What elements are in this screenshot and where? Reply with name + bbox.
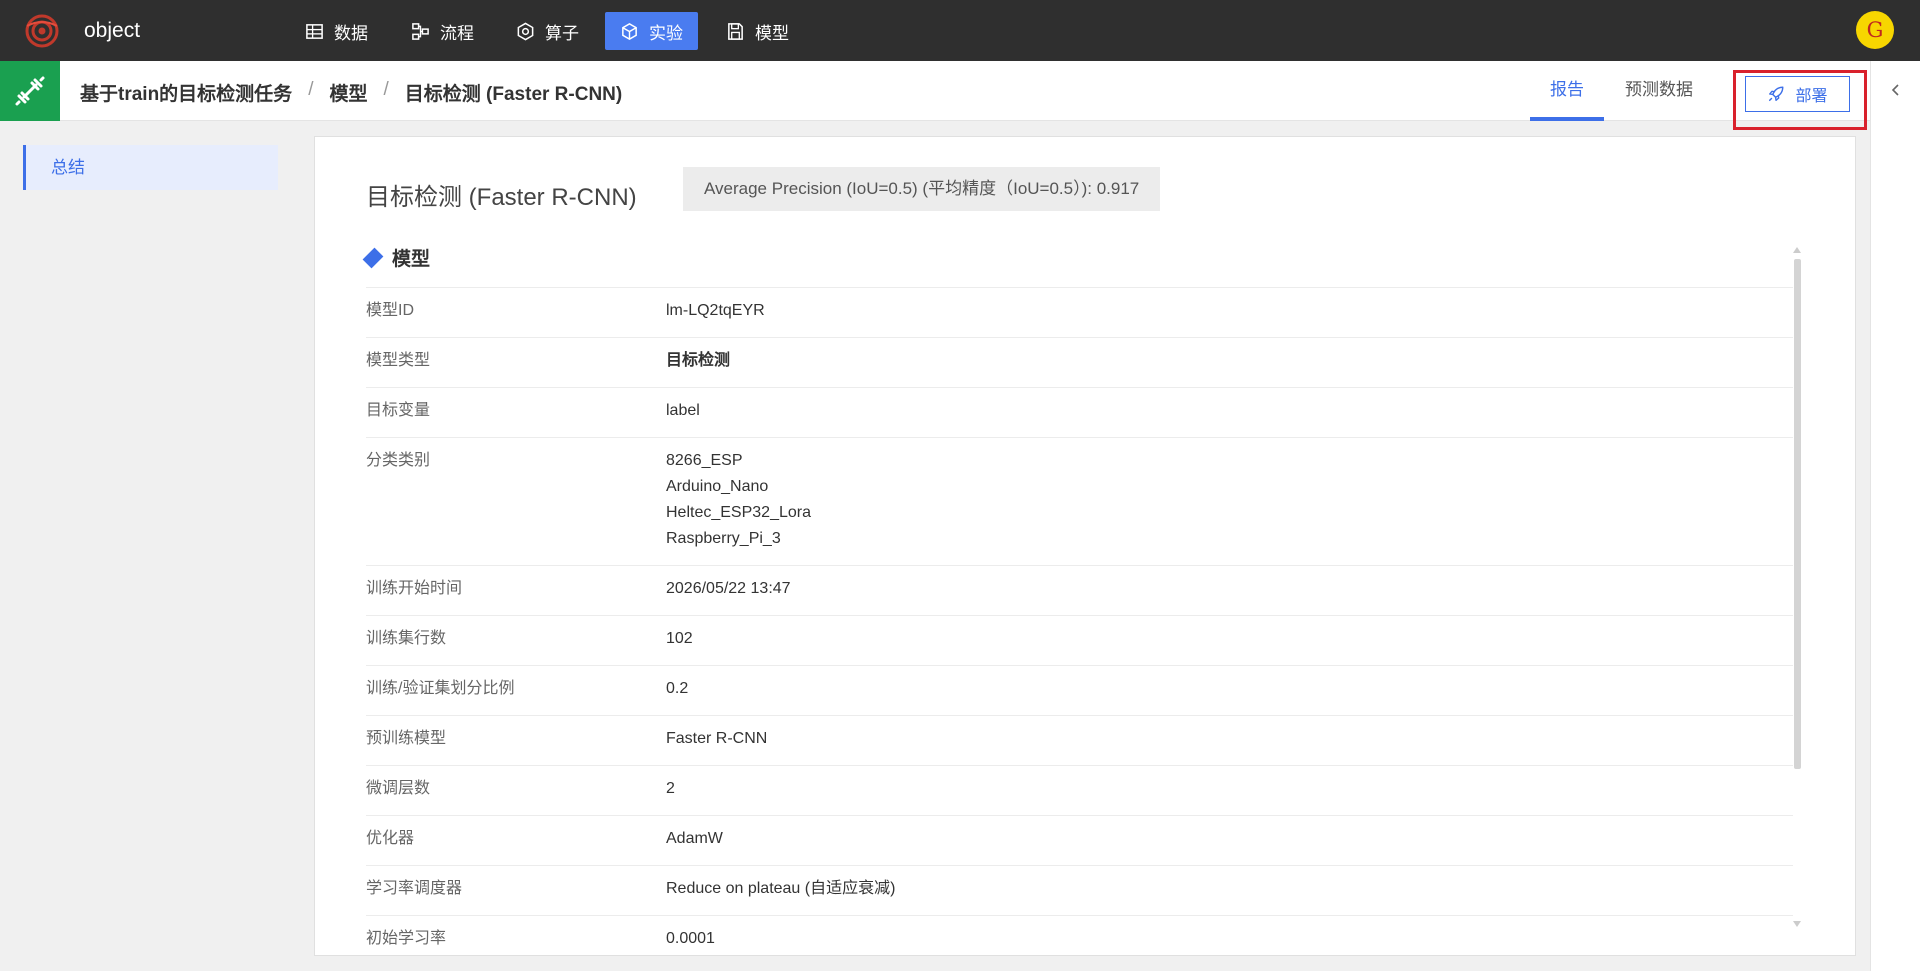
- dumbbell-icon: [15, 76, 45, 106]
- app-name[interactable]: object: [84, 19, 140, 43]
- model-title: 目标检测 (Faster R-CNN): [366, 184, 637, 211]
- scroll-up-arrow-icon[interactable]: [1793, 247, 1801, 253]
- app-logo-icon[interactable]: [25, 14, 59, 48]
- row-label: 预训练模型: [366, 730, 447, 747]
- table-row: 预训练模型 Faster R-CNN: [366, 715, 1793, 765]
- row-value: 0.0001: [666, 930, 715, 947]
- nav-label: 流程: [440, 23, 474, 43]
- hexagon-icon: [517, 22, 534, 40]
- row-value: 2: [666, 780, 675, 797]
- scroll-down-arrow-icon[interactable]: [1793, 921, 1801, 927]
- sidebar-item-summary[interactable]: 总结: [23, 145, 278, 190]
- table-row: 训练/验证集划分比例 0.2: [366, 665, 1793, 715]
- row-value: AdamW: [666, 830, 723, 847]
- row-label: 初始学习率: [366, 930, 447, 947]
- deploy-label: 部署: [1795, 88, 1828, 105]
- table-row: 微调层数 2: [366, 765, 1793, 815]
- row-value-list: 8266_ESP Arduino_Nano Heltec_ESP32_Lora …: [666, 448, 811, 552]
- table-row: 训练集行数 102: [366, 615, 1793, 665]
- nav-label: 数据: [334, 23, 368, 43]
- nav-label: 模型: [755, 23, 789, 43]
- user-avatar[interactable]: G: [1856, 11, 1894, 49]
- save-icon: [728, 22, 743, 40]
- row-value: Reduce on plateau (自适应衰减): [666, 880, 896, 897]
- task-type-badge: [0, 61, 60, 121]
- breadcrumb-task[interactable]: 基于train的目标检测任务: [80, 79, 292, 106]
- breadcrumb-current-model: 目标检测 (Faster R-CNN): [404, 84, 623, 105]
- table-row: 模型类型 目标检测: [366, 337, 1793, 387]
- class-item: Heltec_ESP32_Lora: [666, 504, 811, 521]
- breadcrumb-separator: /: [308, 79, 314, 100]
- row-label: 微调层数: [366, 780, 431, 797]
- row-value: Faster R-CNN: [666, 730, 768, 747]
- table-row: 分类类别 8266_ESP Arduino_Nano Heltec_ESP32_…: [366, 437, 1793, 565]
- chevron-left-icon[interactable]: [1889, 83, 1903, 97]
- class-item: 8266_ESP: [666, 452, 743, 469]
- model-info-table: 模型ID lm-LQ2tqEYR 模型类型 目标检测 目标变量 label 分类…: [366, 287, 1793, 965]
- rocket-icon: [1769, 86, 1784, 102]
- nav-item-models[interactable]: 模型: [711, 12, 804, 50]
- row-label: 学习率调度器: [366, 880, 463, 897]
- table-row: 训练开始时间 2026/05/22 13:47: [366, 565, 1793, 615]
- row-value: 2026/05/22 13:47: [666, 580, 791, 597]
- cube-icon: [622, 22, 637, 40]
- nav-item-flow[interactable]: 流程: [396, 12, 489, 50]
- row-label: 训练/验证集划分比例: [366, 680, 515, 697]
- tab-report[interactable]: 报告: [1530, 61, 1604, 121]
- class-item: Raspberry_Pi_3: [666, 530, 781, 547]
- row-label: 训练集行数: [366, 630, 447, 647]
- deploy-button[interactable]: 部署: [1745, 76, 1850, 112]
- breadcrumb-models[interactable]: 模型: [329, 79, 367, 106]
- table-icon: [306, 23, 323, 39]
- row-label: 训练开始时间: [366, 580, 463, 597]
- nav-label: 实验: [649, 23, 683, 43]
- nav-item-experiment[interactable]: 实验: [605, 12, 698, 50]
- tab-prediction-data[interactable]: 预测数据: [1605, 61, 1713, 121]
- row-value: 102: [666, 630, 693, 647]
- row-label: 模型类型: [366, 352, 431, 369]
- row-value: 0.2: [666, 680, 689, 697]
- vertical-scrollbar[interactable]: [1793, 247, 1801, 927]
- sub-header: 基于train的目标检测任务 / 模型 / 目标检测 (Faster R-CNN…: [0, 61, 1920, 121]
- table-row: 模型ID lm-LQ2tqEYR: [366, 287, 1793, 337]
- metric-badge: Average Precision (IoU=0.5) (平均精度（IoU=0.…: [683, 167, 1161, 211]
- nav-item-data[interactable]: 数据: [290, 12, 383, 50]
- row-label: 模型ID: [366, 302, 415, 319]
- row-value: label: [666, 402, 700, 419]
- row-label: 目标变量: [366, 402, 431, 419]
- row-label: 分类类别: [366, 452, 431, 469]
- table-row: 初始学习率 0.0001: [366, 915, 1793, 965]
- table-row: 目标变量 label: [366, 387, 1793, 437]
- nav-item-operators[interactable]: 算子: [501, 12, 594, 50]
- class-item: Arduino_Nano: [666, 478, 769, 495]
- table-row: 优化器 AdamW: [366, 815, 1793, 865]
- scrollbar-thumb[interactable]: [1794, 259, 1801, 769]
- right-panel-collapsed: [1870, 61, 1920, 971]
- section-title: 模型: [392, 249, 431, 270]
- flow-icon: [412, 22, 429, 40]
- section-header-model: 模型: [362, 244, 431, 271]
- row-value: lm-LQ2tqEYR: [666, 302, 765, 319]
- row-value: 目标检测: [666, 352, 731, 369]
- diamond-icon: [362, 247, 384, 268]
- row-label: 优化器: [366, 830, 415, 847]
- report-card: 目标检测 (Faster R-CNN) Average Precision (I…: [314, 136, 1856, 956]
- top-nav-bar: object 数据 流程 算子 实验 模型 G: [0, 0, 1920, 61]
- nav-label: 算子: [545, 23, 579, 43]
- table-row: 学习率调度器 Reduce on plateau (自适应衰减): [366, 865, 1793, 915]
- breadcrumb: 基于train的目标检测任务 / 模型 / 目标检测 (Faster R-CNN…: [80, 79, 622, 106]
- breadcrumb-separator: /: [383, 79, 389, 100]
